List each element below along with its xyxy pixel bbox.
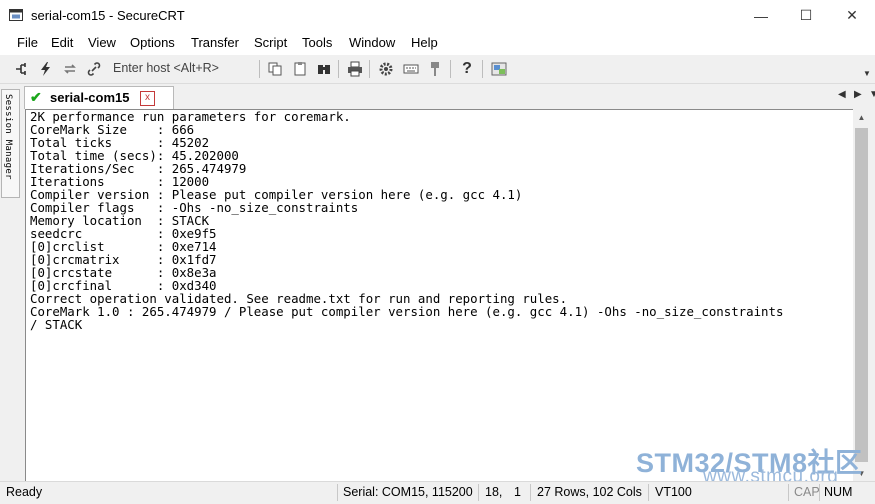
toolbar-separator [482,60,483,78]
screenshot-icon[interactable] [490,60,508,78]
menu-help[interactable]: Help [411,35,438,50]
menu-options[interactable]: Options [130,35,175,50]
find-icon[interactable] [315,60,333,78]
terminal-area[interactable]: 2K performance run parameters for corema… [25,109,854,483]
terminal-line: CoreMark 1.0 : 265.474979 / Please put c… [30,304,784,319]
tab-serial-com15[interactable]: ✔ serial-com15 x [24,86,174,109]
close-tab-icon[interactable]: x [140,91,155,106]
close-window-button[interactable]: ✕ [829,0,875,31]
menu-edit[interactable]: Edit [51,35,73,50]
paste-icon[interactable] [291,60,309,78]
watermark: STM32/STM8社区 www.stmcu.org [636,441,863,487]
session-tab-bar: ✔ serial-com15 x ◀ ▶ ▼ [20,85,875,109]
status-caps: CAP [794,485,820,499]
maximize-icon: ☐ [799,7,813,23]
tab-prev-icon[interactable]: ◀ [838,89,846,100]
status-num: NUM [824,485,853,499]
status-separator [478,484,479,501]
maximize-button[interactable]: ☐ [783,0,829,31]
terminal-scrollbar[interactable]: ▲ ▼ [853,109,870,482]
connected-check-icon: ✔ [30,89,42,105]
status-connection: Serial: COM15, 115200 [343,485,473,499]
quick-connect-input[interactable]: Enter host <Alt+R> [113,61,219,75]
minimize-button[interactable]: — [738,0,784,31]
status-separator [788,484,789,501]
copy-icon[interactable] [266,60,284,78]
session-manager-tab[interactable]: Session Manager [1,89,20,198]
toolbar-separator [259,60,260,78]
tab-list-icon[interactable]: ▼ [869,89,875,100]
scroll-thumb[interactable] [855,128,868,462]
toolbar-overflow-icon[interactable]: ▼ [858,64,875,82]
status-separator [819,484,820,501]
window-title: serial-com15 - SecureCRT [31,8,185,23]
status-separator [530,484,531,501]
print-icon[interactable] [346,60,364,78]
terminal-line: / STACK [30,317,83,332]
menu-transfer[interactable]: Transfer [191,35,239,50]
tab-label: serial-com15 [50,90,130,105]
menu-bar: File Edit View Options Transfer Script T… [0,31,875,55]
menu-tools[interactable]: Tools [302,35,332,50]
scroll-up-icon[interactable]: ▲ [853,109,870,126]
status-separator [648,484,649,501]
status-col: 1 [514,485,521,499]
settings-icon[interactable] [377,60,395,78]
link-icon[interactable] [85,60,103,78]
menu-window[interactable]: Window [349,35,395,50]
status-separator [337,484,338,501]
keymap-icon[interactable] [402,60,420,78]
title-bar: serial-com15 - SecureCRT — ☐ ✕ [0,0,875,31]
menu-file[interactable]: File [17,35,38,50]
status-row: 18, [485,485,503,499]
toolbar-separator [369,60,370,78]
status-ready: Ready [6,485,43,499]
menu-view[interactable]: View [88,35,116,50]
status-size: 27 Rows, 102 Cols [537,485,642,499]
menu-script[interactable]: Script [254,35,287,50]
session-manager-label: Session Manager [3,94,13,180]
minimize-icon: — [754,7,768,24]
connect-icon[interactable] [13,60,31,78]
lightning-icon[interactable] [37,60,55,78]
status-emulation: VT100 [655,485,692,499]
help-icon[interactable]: ? [458,60,476,78]
status-bar: Ready Serial: COM15, 115200 18, 1 27 Row… [0,481,875,504]
tab-next-icon[interactable]: ▶ [854,89,862,100]
close-icon: ✕ [846,7,858,23]
toolbar: Enter host <Alt+R> ? ▼ [0,55,875,84]
keychain-icon[interactable] [426,60,444,78]
terminal-output: 2K performance run parameters for corema… [30,110,783,331]
toolbar-separator [450,60,451,78]
securecrt-app-icon [9,9,23,21]
toolbar-separator [338,60,339,78]
reconnect-icon[interactable] [61,60,79,78]
